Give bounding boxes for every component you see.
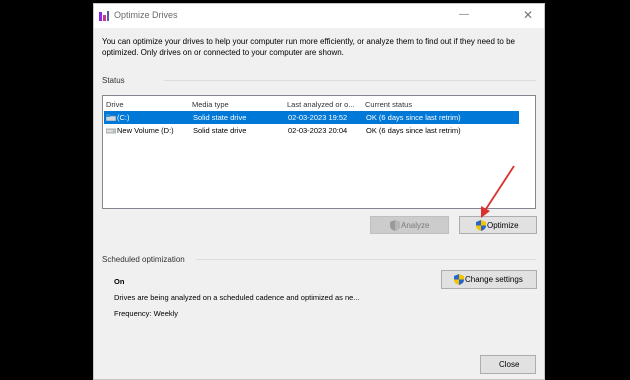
- annotation-arrow-icon: [481, 165, 515, 218]
